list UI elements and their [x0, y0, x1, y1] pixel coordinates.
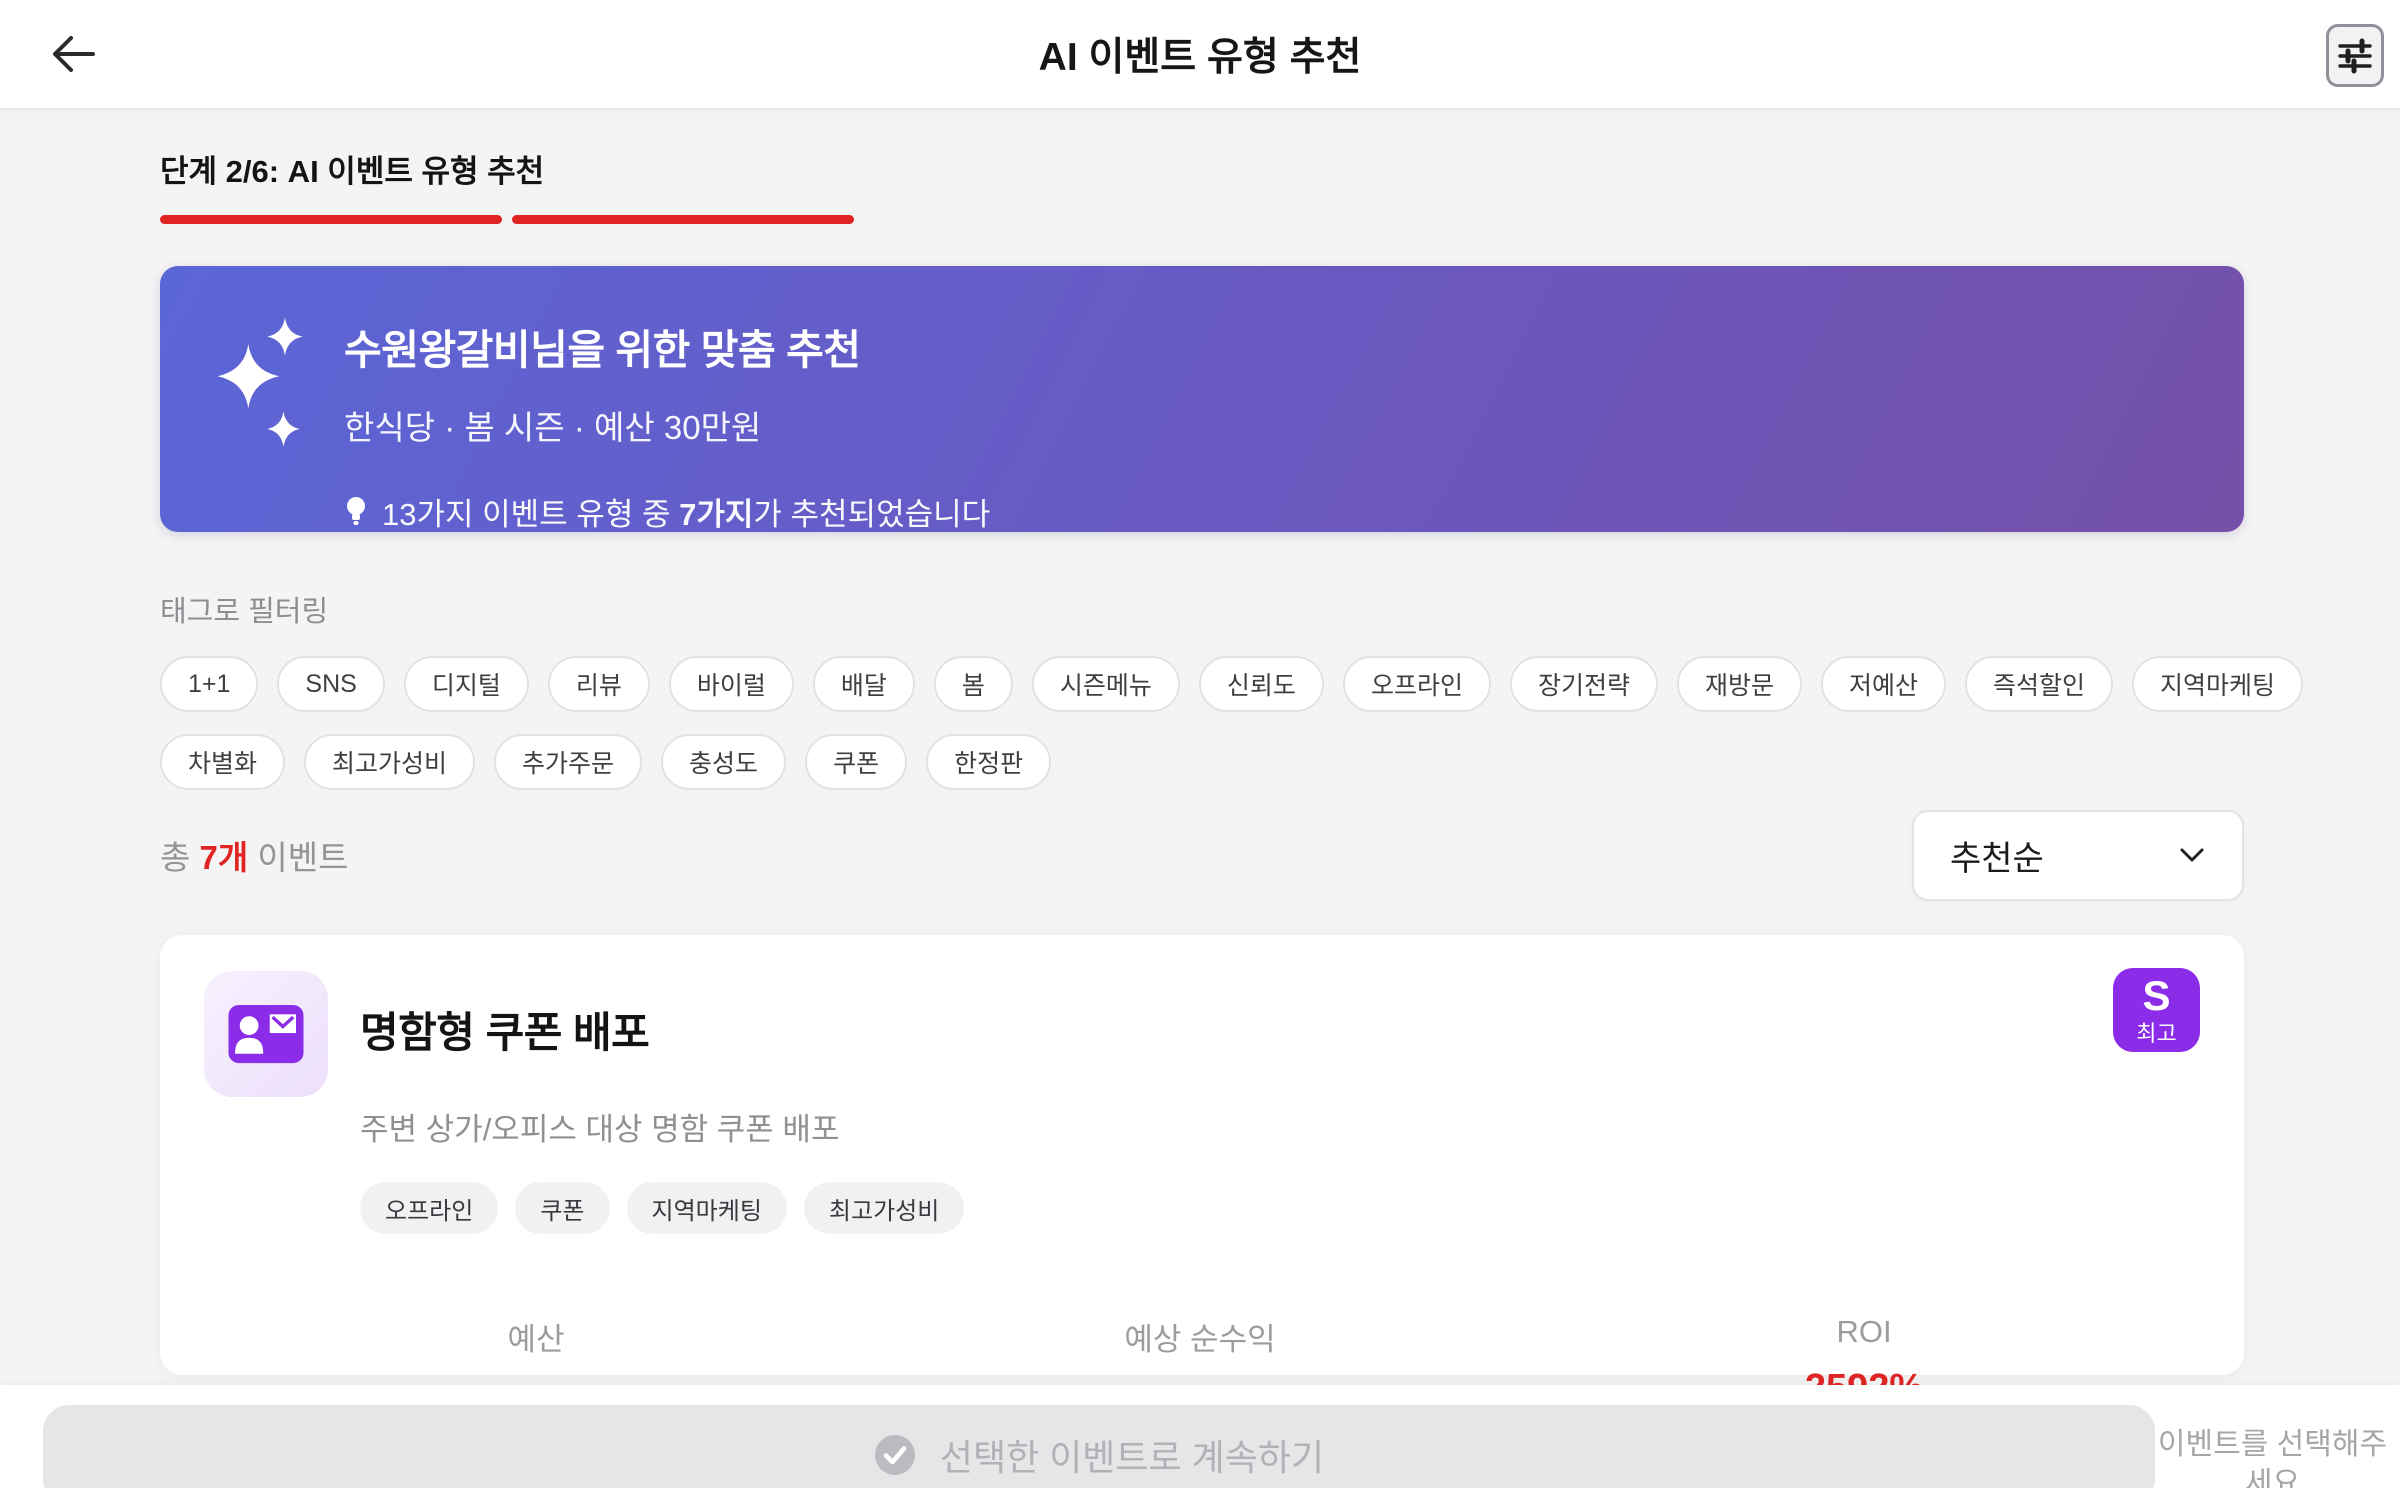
tag-filter-pill[interactable]: 디지털 — [403, 656, 529, 712]
tag-filter-label: 태그로 필터링 — [160, 596, 329, 628]
event-title: 명함형 쿠폰 배포 — [360, 1009, 650, 1056]
grade-letter: S — [2142, 972, 2171, 1019]
banner-info-text: 13가지 이벤트 유형 중 7가지가 추천되었습니다 — [382, 497, 991, 532]
banner-title: 수원왕갈비님을 위한 맞춤 추천 — [344, 327, 861, 373]
event-tag: 오프라인 — [360, 1182, 499, 1234]
tag-filter-pill[interactable]: 1+1 — [160, 656, 259, 712]
event-tag: 최고가성비 — [803, 1182, 965, 1234]
tag-filter-pill[interactable]: 봄 — [933, 656, 1013, 712]
tag-filter-pill[interactable]: 배달 — [812, 656, 915, 712]
tag-filter-pill[interactable]: 재방문 — [1676, 656, 1802, 712]
bottom-bar: 선택한 이벤트로 계속하기 이벤트를 선택해주 세요 — [0, 1385, 2400, 1488]
tag-filter-pill[interactable]: 충성도 — [661, 734, 787, 790]
progress-bar-segment — [160, 215, 502, 224]
event-card[interactable]: 명함형 쿠폰 배포 주변 상가/오피스 대상 명함 쿠폰 배포 오프라인 쿠폰 지역… — [160, 935, 2244, 1429]
tag-filter-pill[interactable]: 지역마케팅 — [2132, 656, 2304, 712]
event-tag: 쿠폰 — [515, 1182, 610, 1234]
check-circle-icon — [874, 1435, 915, 1475]
selection-helper-text: 이벤트를 선택해주 세요 — [2157, 1428, 2388, 1488]
banner-texts: 수원왕갈비님을 위한 맞춤 추천 한식당 · 봄 시즌 · 예산 30만원 13… — [344, 316, 990, 534]
event-tags: 오프라인 쿠폰 지역마케팅 최고가성비 — [360, 1182, 965, 1234]
tag-filter-pill[interactable]: 추가주문 — [494, 734, 643, 790]
banner-info: 13가지 이벤트 유형 중 7가지가 추천되었습니다 — [344, 489, 990, 534]
tune-sliders-icon — [2338, 38, 2372, 73]
tag-filter-row-2: 차별화 최고가성비 추가주문 충성도 쿠폰 한정판 — [160, 734, 2244, 790]
contact-card-icon — [228, 1004, 304, 1064]
top-bar: AI 이벤트 유형 추천 — [0, 0, 2400, 110]
sparkles-icon — [217, 317, 303, 447]
event-description: 주변 상가/오피스 대상 명함 쿠폰 배포 — [360, 1112, 840, 1147]
event-card-texts: 명함형 쿠폰 배포 주변 상가/오피스 대상 명함 쿠폰 배포 오프라인 쿠폰 지역… — [360, 971, 965, 1234]
tag-filter-pill[interactable]: 최고가성비 — [304, 734, 476, 790]
lightbulb-icon — [347, 496, 365, 525]
tag-filter-pill[interactable]: 쿠폰 — [805, 734, 908, 790]
result-count-number: 7개 — [199, 839, 249, 876]
page-title: AI 이벤트 유형 추천 — [1038, 36, 1362, 79]
tag-filter-pill[interactable]: 신뢰도 — [1198, 656, 1324, 712]
tag-filter-row-1: 1+1 SNS 디지털 리뷰 바이럴 배달 봄 시즌메뉴 신뢰도 오프라인 장기전략 재방문 저예산 즉석… — [160, 656, 2304, 712]
tag-filter-pill[interactable]: 저예산 — [1820, 656, 1946, 712]
step-label: 단계 2/6: AI 이벤트 유형 추천 — [160, 154, 545, 189]
back-button[interactable] — [42, 22, 106, 86]
tag-filter-pill[interactable]: 한정판 — [926, 734, 1052, 790]
tag-filter-pill[interactable]: 바이럴 — [668, 656, 794, 712]
arrow-left-icon — [53, 36, 95, 72]
banner-subtitle: 한식당 · 봄 시즌 · 예산 30만원 — [344, 409, 762, 446]
tag-filter-section: 태그로 필터링 1+1 SNS 디지털 리뷰 바이럴 배달 봄 시즌메뉴 신뢰도 오프라인 장기전략… — [160, 588, 2304, 790]
ai-event-recommendation-screen: AI 이벤트 유형 추천 단계 2/6: AI 이벤트 유형 추천 수원왕갈비님… — [0, 0, 2400, 1488]
tag-filter-pill[interactable]: 차별화 — [160, 734, 286, 790]
event-tag: 지역마케팅 — [626, 1182, 787, 1234]
sort-dropdown-value: 추천순 — [1950, 839, 2044, 878]
result-count: 총 7개 이벤트 — [160, 839, 349, 876]
event-card-head: 명함형 쿠폰 배포 주변 상가/오피스 대상 명함 쿠폰 배포 오프라인 쿠폰 지역… — [204, 971, 2196, 1234]
tag-filter-pill[interactable]: 리뷰 — [547, 656, 650, 712]
sort-dropdown[interactable]: 추천순 — [1912, 809, 2244, 901]
results-header: 총 7개 이벤트 추천순 — [160, 809, 2244, 901]
tag-filter-pill[interactable]: 시즌메뉴 — [1031, 656, 1180, 712]
tag-filter-pill[interactable]: 장기전략 — [1509, 656, 1658, 712]
progress-bar-segment — [512, 215, 854, 224]
grade-badge: S 최고 — [2113, 968, 2200, 1052]
event-icon-container — [204, 971, 328, 1097]
continue-button[interactable]: 선택한 이벤트로 계속하기 — [43, 1405, 2155, 1488]
progress-bars — [160, 215, 854, 224]
ai-recommendation-banner: 수원왕갈비님을 위한 맞춤 추천 한식당 · 봄 시즌 · 예산 30만원 13… — [160, 266, 2244, 532]
tag-filter-pill[interactable]: 즉석할인 — [1965, 656, 2114, 712]
tag-filter-pill[interactable]: 오프라인 — [1342, 656, 1491, 712]
tag-filter-pill[interactable]: SNS — [277, 656, 385, 712]
filter-settings-button[interactable] — [2326, 24, 2384, 87]
continue-button-label: 선택한 이벤트로 계속하기 — [939, 1437, 1325, 1478]
chevron-down-icon — [2180, 848, 2204, 861]
grade-label: 최고 — [2136, 1021, 2177, 1046]
